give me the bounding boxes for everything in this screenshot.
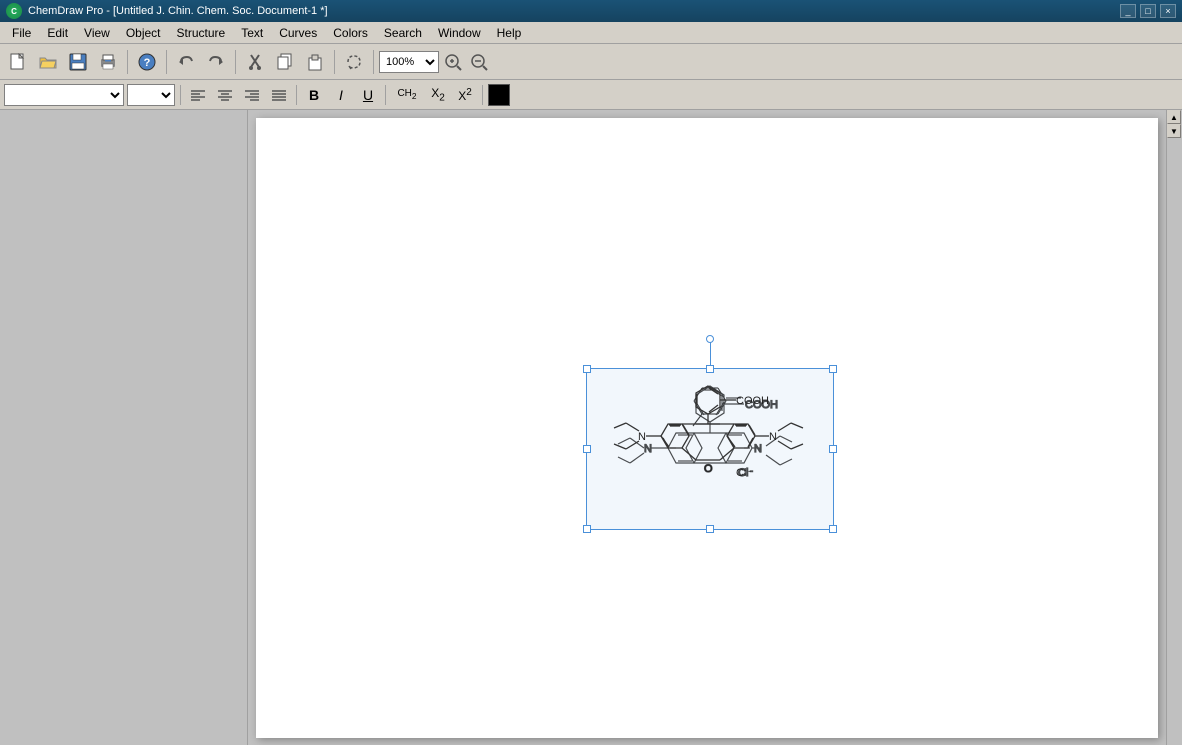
separator-3 (235, 50, 236, 74)
close-button[interactable]: × (1160, 4, 1176, 18)
toolbar: ? (0, 44, 1182, 80)
svg-text:COOH: COOH (736, 395, 769, 407)
svg-text:N: N (638, 431, 646, 443)
align-left-button[interactable] (186, 83, 210, 107)
print-button[interactable] (94, 48, 122, 76)
scroll-down-button[interactable]: ▼ (1167, 124, 1181, 138)
menu-curves[interactable]: Curves (271, 24, 325, 42)
window-controls: _ □ × (1120, 4, 1176, 18)
fmt-sep-2 (296, 85, 297, 105)
copy-button[interactable] (271, 48, 299, 76)
menu-edit[interactable]: Edit (39, 24, 76, 42)
zoom-select[interactable]: 50% 75% 100% 150% 200% (379, 51, 439, 73)
new-button[interactable] (4, 48, 32, 76)
menu-bar: File Edit View Object Structure Text Cur… (0, 22, 1182, 44)
justify-button[interactable] (267, 83, 291, 107)
fmt-sep-4 (482, 85, 483, 105)
fmt-sep-3 (385, 85, 386, 105)
menu-file[interactable]: File (4, 24, 39, 42)
minimize-button[interactable]: _ (1120, 4, 1136, 18)
separator-5 (373, 50, 374, 74)
menu-structure[interactable]: Structure (169, 24, 234, 42)
maximize-button[interactable]: □ (1140, 4, 1156, 18)
lasso-button[interactable] (340, 48, 368, 76)
zoom-in-button[interactable] (441, 50, 465, 74)
menu-help[interactable]: Help (489, 24, 530, 42)
scroll-up-button[interactable]: ▲ (1167, 110, 1181, 124)
menu-window[interactable]: Window (430, 24, 489, 42)
align-center-button[interactable] (213, 83, 237, 107)
undo-button[interactable] (172, 48, 200, 76)
main-area: COOH O (0, 110, 1182, 745)
separator-1 (127, 50, 128, 74)
color-picker[interactable] (488, 84, 510, 106)
align-right-button[interactable] (240, 83, 264, 107)
canvas-area[interactable]: COOH O (248, 110, 1166, 745)
underline-button[interactable]: U (356, 83, 380, 107)
zoom-out-button[interactable] (467, 50, 491, 74)
svg-text:-: - (748, 466, 751, 476)
separator-4 (334, 50, 335, 74)
left-tools-panel (0, 110, 248, 745)
superscript-button[interactable]: X2 (453, 83, 477, 107)
svg-text:N: N (769, 431, 777, 443)
app-icon: C (6, 3, 22, 19)
svg-text:O: O (704, 463, 713, 475)
cut-button[interactable] (241, 48, 269, 76)
menu-object[interactable]: Object (118, 24, 169, 42)
svg-text:Cl: Cl (736, 467, 746, 479)
redo-button[interactable] (202, 48, 230, 76)
menu-text[interactable]: Text (233, 24, 271, 42)
format-bar: B I U CH2 X2 X2 (0, 80, 1182, 110)
rotate-handle[interactable] (706, 335, 714, 343)
font-size-select[interactable] (127, 84, 175, 106)
open-button[interactable] (34, 48, 62, 76)
svg-text:?: ? (144, 57, 151, 69)
menu-colors[interactable]: Colors (325, 24, 376, 42)
menu-view[interactable]: View (76, 24, 118, 42)
title-bar: C ChemDraw Pro - [Untitled J. Chin. Chem… (0, 0, 1182, 22)
subscript-button[interactable]: X2 (426, 83, 450, 107)
molecule-overlay: .bond { stroke: #333; stroke-width: 1.3;… (586, 368, 834, 530)
fmt-sep-1 (180, 85, 181, 105)
document-page: COOH O (256, 118, 1158, 738)
help-button[interactable]: ? (133, 48, 161, 76)
font-select[interactable] (4, 84, 124, 106)
save-button[interactable] (64, 48, 92, 76)
molecule-container[interactable]: COOH O (586, 368, 834, 530)
rotate-handle-line (710, 339, 711, 369)
ch2-button[interactable]: CH2 (391, 83, 423, 107)
italic-button[interactable]: I (329, 83, 353, 107)
title-text: ChemDraw Pro - [Untitled J. Chin. Chem. … (28, 5, 1120, 17)
paste-button[interactable] (301, 48, 329, 76)
separator-2 (166, 50, 167, 74)
bold-button[interactable]: B (302, 83, 326, 107)
right-scrollbar[interactable]: ▲ ▼ (1166, 110, 1182, 745)
menu-search[interactable]: Search (376, 24, 430, 42)
